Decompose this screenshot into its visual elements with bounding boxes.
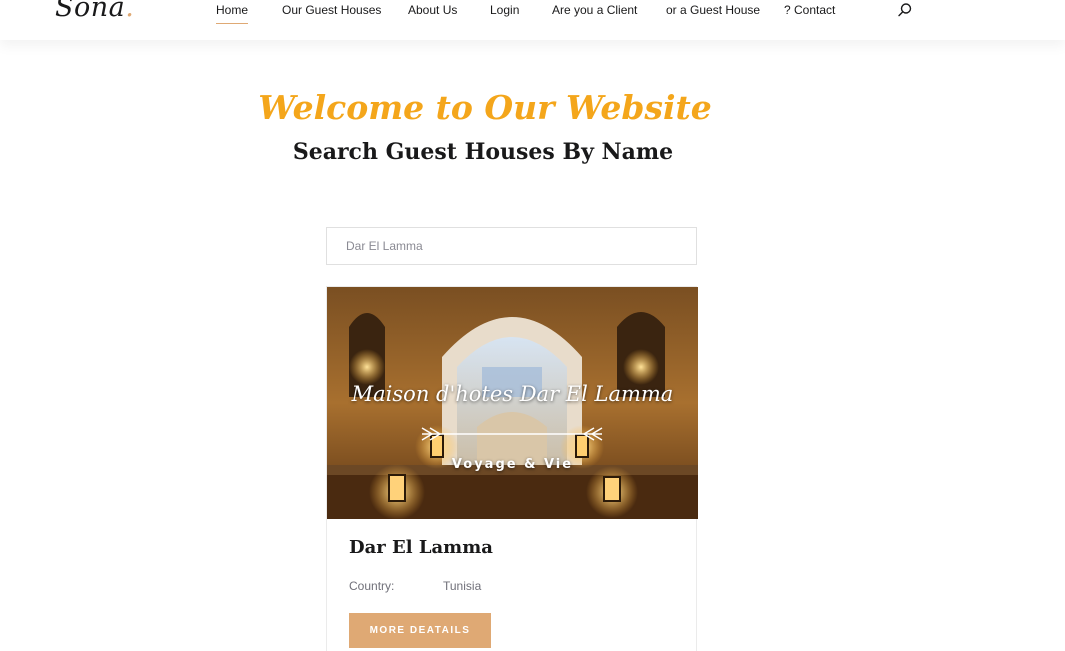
guest-house-name[interactable]: Dar El Lamma — [349, 537, 493, 558]
logo-dot: . — [125, 0, 135, 23]
welcome-heading: Welcome to Our Website — [258, 88, 712, 127]
more-details-button[interactable]: MORE DEATAILS — [349, 613, 491, 648]
nav-contact[interactable]: ? Contact — [784, 3, 835, 17]
country-value: Tunisia — [443, 579, 482, 593]
nav-about-us[interactable]: About Us — [408, 3, 457, 17]
guest-house-image[interactable]: Maison d'hotes Dar El Lamma Voyage & Vie — [327, 287, 698, 519]
search-icon[interactable] — [897, 2, 913, 18]
nav-are-you-a-client[interactable]: Are you a Client — [552, 3, 637, 17]
logo-text: Sona — [55, 0, 126, 23]
nav-our-guest-houses[interactable]: Our Guest Houses — [282, 3, 381, 17]
search-subtitle: Search Guest Houses By Name — [292, 139, 674, 165]
image-overlay-subtitle: Voyage & Vie — [451, 457, 574, 472]
search-by-name-input[interactable] — [326, 227, 697, 265]
nav-login[interactable]: Login — [490, 3, 519, 17]
nav-or-a-guest-house[interactable]: or a Guest House — [666, 3, 760, 17]
image-overlay-title: Maison d'hotes Dar El Lamma — [351, 382, 674, 406]
guest-house-card: Maison d'hotes Dar El Lamma Voyage & Vie… — [326, 286, 698, 651]
country-label: Country: — [349, 579, 395, 593]
nav-home[interactable]: Home — [216, 3, 249, 24]
site-logo[interactable]: Sona. — [55, 0, 134, 23]
site-header: Sona. Home Our Guest Houses About Us Log… — [0, 0, 1065, 40]
